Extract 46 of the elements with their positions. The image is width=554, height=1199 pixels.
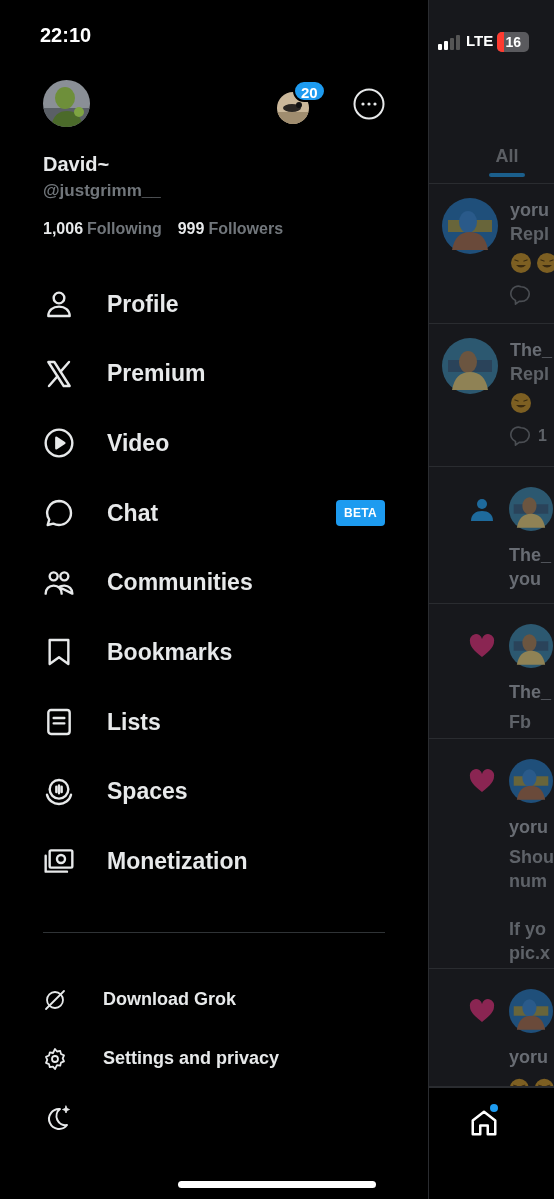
heart-icon — [469, 999, 495, 1023]
play-icon — [43, 427, 75, 460]
user-name: yoru — [509, 816, 548, 839]
menu-item[interactable]: Video — [43, 425, 170, 461]
menu-item[interactable]: Spaces — [43, 774, 188, 809]
network-label: LTE — [466, 31, 494, 52]
laughing-emoji-icon — [536, 252, 554, 274]
tweet-text: Fb — [509, 711, 531, 734]
menu-item[interactable]: Lists — [43, 704, 161, 740]
heart-icon — [469, 769, 495, 793]
user-name: The_ — [510, 339, 552, 362]
menu-item[interactable]: Premium — [43, 356, 206, 391]
reply-label: Repl — [510, 363, 550, 386]
menu-item[interactable]: Bookmarks — [43, 635, 233, 670]
menu-item[interactable]: Settings and privacy — [43, 1045, 280, 1073]
menu-item[interactable]: Communities — [43, 565, 253, 600]
more-icon[interactable] — [353, 87, 385, 120]
profile-handle: @justgrimm__ — [43, 180, 161, 202]
signal-icon — [438, 33, 462, 50]
tweet-text: Shou num — [509, 846, 554, 893]
menu-item[interactable]: Monetization — [43, 844, 248, 879]
followers-link[interactable]: 999 Followers — [177, 217, 284, 241]
home-icon[interactable] — [469, 1108, 499, 1138]
slashed-circle-icon — [43, 987, 67, 1012]
battery-icon: 16 — [497, 31, 530, 52]
beta-badge: BETA — [336, 499, 385, 526]
person-icon — [469, 496, 495, 522]
profile-name: David~ — [43, 152, 110, 177]
user-name: yoru — [510, 199, 550, 222]
notification-text: you — [509, 568, 541, 591]
laughing-emoji-icon — [510, 392, 532, 414]
menu-item[interactable]: Download Grok — [43, 986, 236, 1014]
unread-badge: 20 — [293, 79, 326, 102]
user-name: The_ — [509, 681, 551, 704]
heart-icon — [469, 634, 495, 658]
tweet-text: If yo pic.x — [509, 918, 551, 965]
status-time: 22:10 — [40, 24, 92, 46]
reply-count: 1 — [538, 426, 547, 446]
settings-icon — [43, 1046, 67, 1071]
notification-text: The_ — [509, 544, 551, 567]
following-link[interactable]: 1,006 Following — [43, 217, 162, 241]
menu-item[interactable]: Chat — [43, 495, 159, 531]
user-name: yoru — [509, 1046, 548, 1069]
reply-label: Repl — [510, 223, 550, 246]
menu-item[interactable]: Profile — [43, 286, 179, 322]
laughing-emoji-icon — [510, 252, 532, 274]
